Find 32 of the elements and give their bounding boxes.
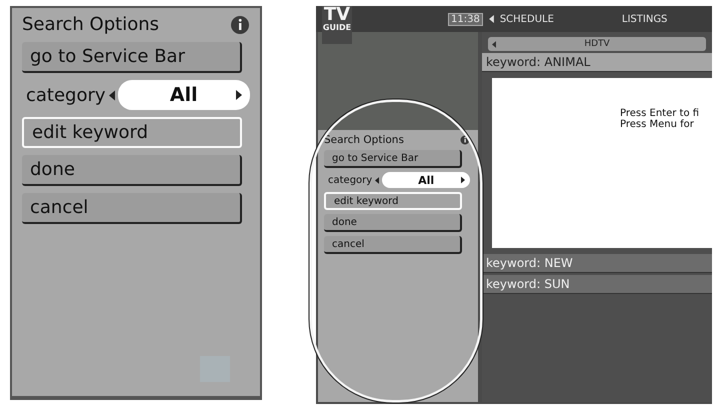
left-arrow-icon[interactable] [375, 176, 380, 184]
category-selector[interactable]: All [118, 80, 250, 110]
message-text: Press Enter to fi [620, 108, 700, 119]
nav-tab[interactable]: SCHEDULE [500, 14, 554, 24]
left-arrow-icon[interactable] [492, 40, 496, 48]
menu-button[interactable]: done [324, 214, 462, 232]
right-arrow-icon[interactable] [461, 176, 465, 184]
info-icon [230, 14, 250, 34]
keyword-row[interactable]: keyword: NEW [482, 254, 712, 273]
clock-time: 11:38 [448, 12, 483, 26]
left-arrow-icon[interactable] [488, 15, 494, 23]
category-selector[interactable]: All [382, 172, 470, 188]
keyword-row[interactable]: keyword: ANIMAL [482, 53, 712, 72]
menu-button[interactable]: cancel [22, 193, 242, 224]
panel-title: Search Options [324, 134, 404, 146]
panel-title: Search Options [22, 14, 160, 35]
menu-button[interactable]: go to Service Bar [22, 42, 242, 73]
category-label: category [26, 84, 106, 106]
channel-tab[interactable]: HDTV [488, 37, 706, 51]
info-icon [460, 135, 470, 145]
menu-button[interactable]: edit keyword [324, 192, 462, 210]
nav-tab[interactable]: LISTINGS [622, 14, 668, 24]
menu-button[interactable]: go to Service Bar [324, 150, 462, 168]
left-arrow-icon[interactable] [108, 90, 115, 100]
tv-guide-logo: TV GUIDE [322, 6, 352, 44]
menu-button[interactable]: edit keyword [22, 117, 242, 148]
right-arrow-icon[interactable] [236, 90, 242, 100]
category-label: category [328, 174, 372, 186]
keyword-row[interactable]: keyword: SUN [482, 275, 712, 294]
menu-button[interactable]: cancel [324, 236, 462, 254]
message-text: Press Menu for [620, 119, 695, 130]
menu-button[interactable]: done [22, 155, 242, 186]
